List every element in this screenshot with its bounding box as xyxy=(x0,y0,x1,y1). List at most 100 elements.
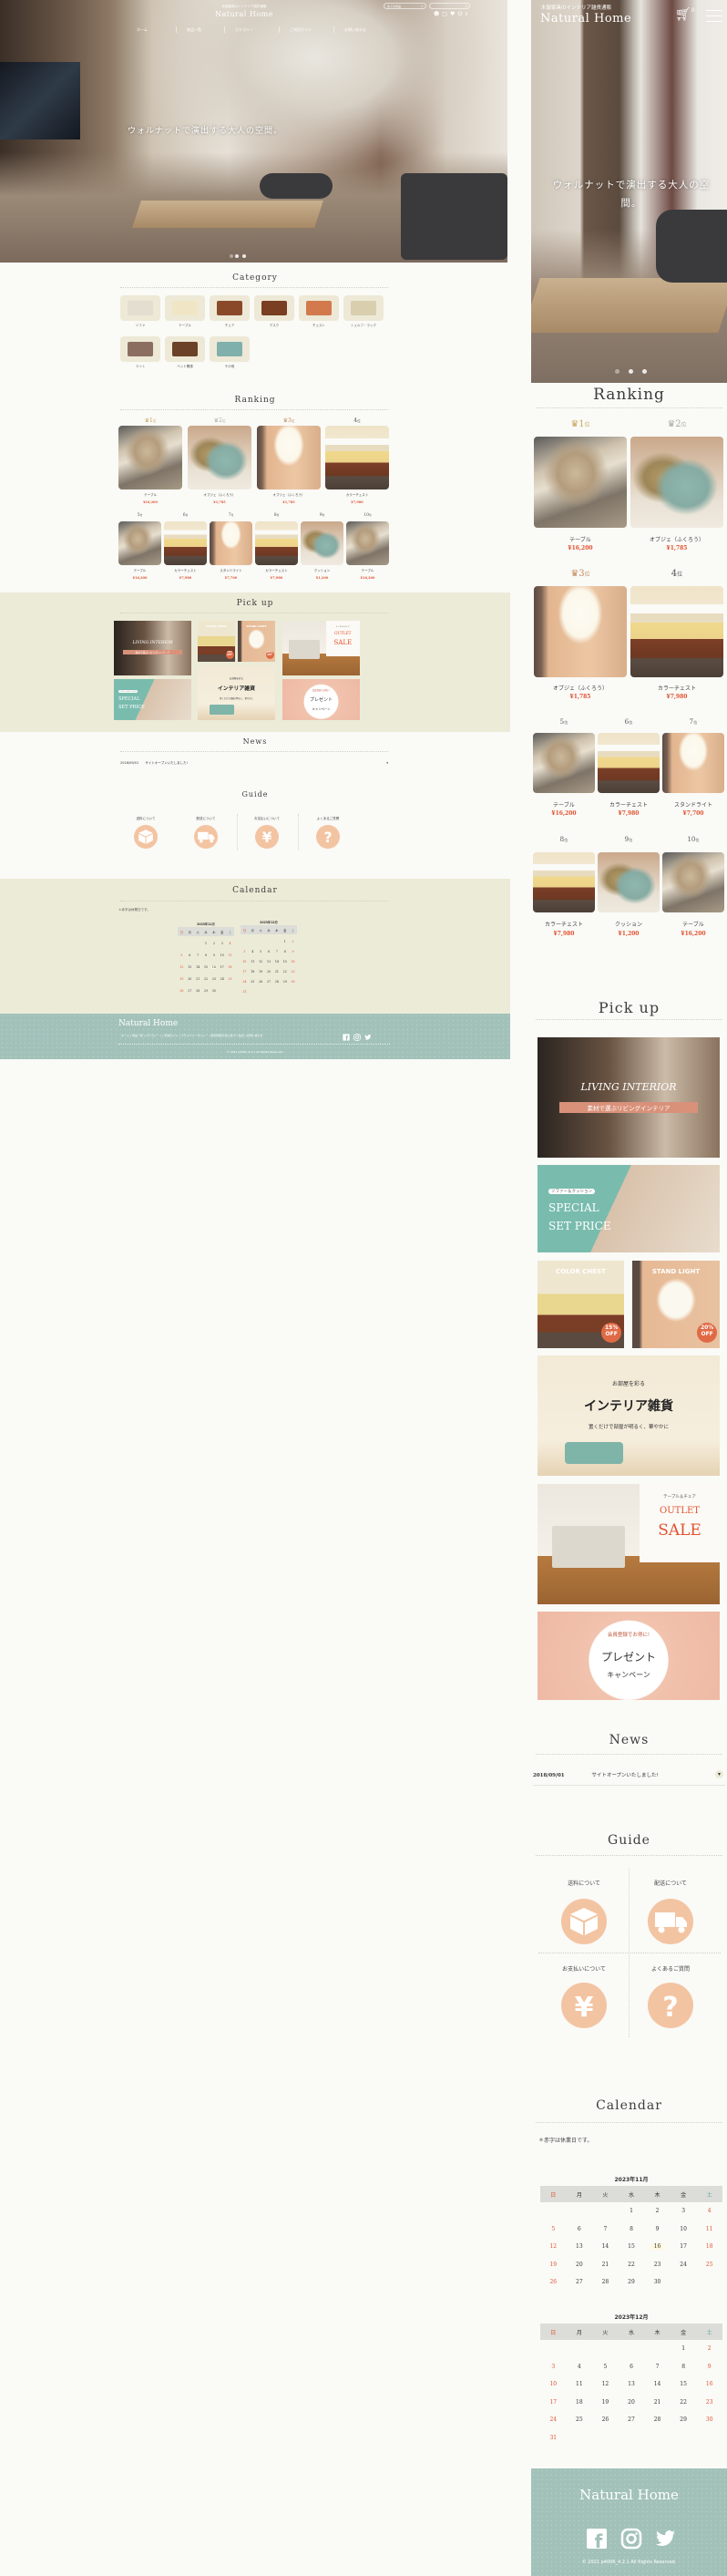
pickup-banner-zakka[interactable]: お部屋を彩る インテリア雑貨 置くだけで部屋が明るく、華やかに xyxy=(538,1355,720,1476)
pickup-banner-living[interactable]: LIVING INTERIOR 素材で選ぶリビングインテリア xyxy=(538,1037,720,1158)
nav-item[interactable]: ホーム xyxy=(137,27,148,33)
guide-item[interactable]: 送料について xyxy=(538,1879,630,1944)
footer-link[interactable]: ご利用ガイド xyxy=(162,1034,179,1037)
cart-button[interactable]: 🛒︎0 xyxy=(675,7,695,22)
instagram-icon[interactable] xyxy=(620,2528,642,2550)
footer-logo[interactable]: Natural Home xyxy=(531,2487,727,2503)
nav-item[interactable]: 商品一覧 xyxy=(187,27,201,33)
product-image[interactable] xyxy=(188,426,251,489)
product-image[interactable] xyxy=(534,437,627,528)
news-item[interactable]: 2018/09/01 サイトオープンいたしました! ▾ xyxy=(533,1770,725,1786)
product-image[interactable] xyxy=(662,733,724,793)
product-image[interactable] xyxy=(257,426,321,489)
pickup-banner-present[interactable]: 会員登録でお得に! プレゼント キャンペーン xyxy=(282,679,360,720)
pickup-banner-zakka[interactable]: お部屋を彩る インテリア雑貨 置くだけで部屋が明るく、華やかに xyxy=(198,665,275,720)
product-name[interactable]: オブジェ（ふくろう） xyxy=(625,535,727,543)
footer-link[interactable]: お問い合わせ xyxy=(246,1034,262,1037)
pickup-banner-outlet[interactable]: テーブル＆チェア OUTLET SALE xyxy=(538,1484,720,1604)
product-image[interactable] xyxy=(598,733,660,793)
product-image[interactable] xyxy=(118,426,182,489)
pickup-banner-chest[interactable]: COLOR CHEST 15% OFF xyxy=(198,621,235,662)
product-name[interactable]: クッション xyxy=(592,920,665,928)
product-image[interactable] xyxy=(210,521,252,565)
category-item[interactable] xyxy=(210,336,250,362)
footer-link[interactable]: 商品一覧 xyxy=(132,1034,143,1037)
expand-icon[interactable]: ▾ xyxy=(715,1770,723,1778)
slide-dot[interactable] xyxy=(629,369,633,374)
footer-link[interactable]: 特定商取引法に基づく表記 xyxy=(211,1034,244,1037)
product-name[interactable]: オブジェ（ふくろう） xyxy=(251,493,326,498)
hero-slider[interactable]: ウォルナットで演出する大人の空間。 xyxy=(531,0,727,383)
footer-link[interactable]: プライバシーポリシー xyxy=(181,1034,209,1037)
category-item[interactable] xyxy=(165,336,205,362)
product-image[interactable] xyxy=(630,586,723,677)
slide-dot[interactable] xyxy=(235,254,239,258)
category-item[interactable] xyxy=(254,295,294,321)
user-icon[interactable]: ☻ xyxy=(434,11,442,17)
product-image[interactable] xyxy=(598,852,660,912)
product-name[interactable]: スタンドライト xyxy=(657,800,727,809)
footer-link[interactable]: カテゴリー xyxy=(146,1034,159,1037)
slide-dot[interactable] xyxy=(615,369,619,374)
pickup-banner-living[interactable]: LIVING INTERIOR 素材で選ぶリビングインテリア xyxy=(114,621,191,675)
product-image[interactable] xyxy=(164,521,207,565)
pickup-banner-special[interactable]: ソファー＆クッション SPECIAL SET PRICE xyxy=(114,679,191,720)
category-item[interactable] xyxy=(210,295,250,321)
category-item[interactable] xyxy=(120,295,160,321)
guide-item[interactable]: お支払いについて ¥ xyxy=(243,817,291,849)
product-name[interactable]: オブジェ（ふくろう） xyxy=(182,493,257,498)
expand-icon[interactable]: ▾ xyxy=(386,761,388,765)
guide-item[interactable]: 配送について xyxy=(625,1879,716,1944)
product-name[interactable]: オブジェ（ふくろう） xyxy=(531,684,632,692)
category-item[interactable] xyxy=(343,295,384,321)
product-name[interactable]: テーブル xyxy=(531,535,632,543)
footer-logo[interactable]: Natural Home xyxy=(118,1019,178,1028)
news-item[interactable]: 2018/09/01 サイトオープンいたしました! ▾ xyxy=(120,761,388,766)
nav-item[interactable]: ご利用ガイド xyxy=(290,27,312,33)
search-category-select[interactable]: 全ての商品 ▾ xyxy=(384,3,426,9)
footer-link[interactable]: ホーム xyxy=(121,1034,129,1037)
site-logo[interactable]: Natural Home xyxy=(199,10,290,18)
product-name[interactable]: カラーチェスト xyxy=(320,493,394,498)
site-logo[interactable]: Natural Home xyxy=(540,12,631,26)
guide-item[interactable]: お支払いについて ¥ xyxy=(538,1964,630,2028)
product-name[interactable]: カラーチェスト xyxy=(625,684,727,692)
product-name[interactable]: テーブル xyxy=(657,920,727,928)
guide-item[interactable]: よくあるご質問? xyxy=(304,817,352,849)
lock-icon[interactable]: □ xyxy=(442,11,450,17)
category-item[interactable] xyxy=(120,336,160,362)
search-input[interactable]: ⌕ xyxy=(429,3,470,9)
category-item[interactable] xyxy=(165,295,205,321)
product-name[interactable]: テーブル xyxy=(113,493,188,498)
product-image[interactable] xyxy=(534,586,627,677)
pickup-banner-present[interactable]: 会員登録でお得に! プレゼント キャンペーン xyxy=(538,1612,720,1700)
slide-dot[interactable] xyxy=(642,369,647,374)
product-image[interactable] xyxy=(346,521,389,565)
facebook-icon[interactable]: f xyxy=(343,1034,350,1041)
product-image[interactable] xyxy=(325,426,389,489)
guide-item[interactable]: 送料について xyxy=(122,817,169,849)
product-name[interactable]: カラーチェスト xyxy=(531,920,600,928)
hero-slider[interactable]: ウォルナットで演出する大人の空間。 xyxy=(0,0,507,263)
pickup-banner-light[interactable]: STAND LIGHT 20% OFF xyxy=(238,621,275,662)
nav-item[interactable]: カテゴリー xyxy=(235,27,253,33)
product-image[interactable] xyxy=(301,521,343,565)
product-name[interactable]: カラーチェスト xyxy=(592,800,665,809)
instagram-icon[interactable] xyxy=(353,1034,361,1041)
product-name[interactable]: テーブル xyxy=(341,569,394,573)
pickup-banner-chest[interactable]: COLOR CHEST 15% OFF xyxy=(538,1261,624,1348)
menu-button[interactable] xyxy=(706,10,722,22)
pickup-banner-special[interactable]: ソファー＆クッション SPECIAL SET PRICE xyxy=(538,1165,720,1252)
product-image[interactable] xyxy=(533,852,595,912)
slide-dot[interactable] xyxy=(230,254,233,258)
category-item[interactable] xyxy=(299,295,339,321)
twitter-icon[interactable] xyxy=(364,1034,372,1041)
product-image[interactable] xyxy=(533,733,595,793)
guide-item[interactable]: よくあるご質問? xyxy=(625,1964,716,2028)
nav-item[interactable]: お問い合わせ xyxy=(344,27,366,33)
pickup-banner-outlet[interactable]: テーブル＆チェア OUTLET SALE xyxy=(282,621,360,675)
product-image[interactable] xyxy=(118,521,161,565)
product-image[interactable] xyxy=(255,521,298,565)
twitter-icon[interactable] xyxy=(655,2528,677,2550)
product-name[interactable]: テーブル xyxy=(531,800,600,809)
